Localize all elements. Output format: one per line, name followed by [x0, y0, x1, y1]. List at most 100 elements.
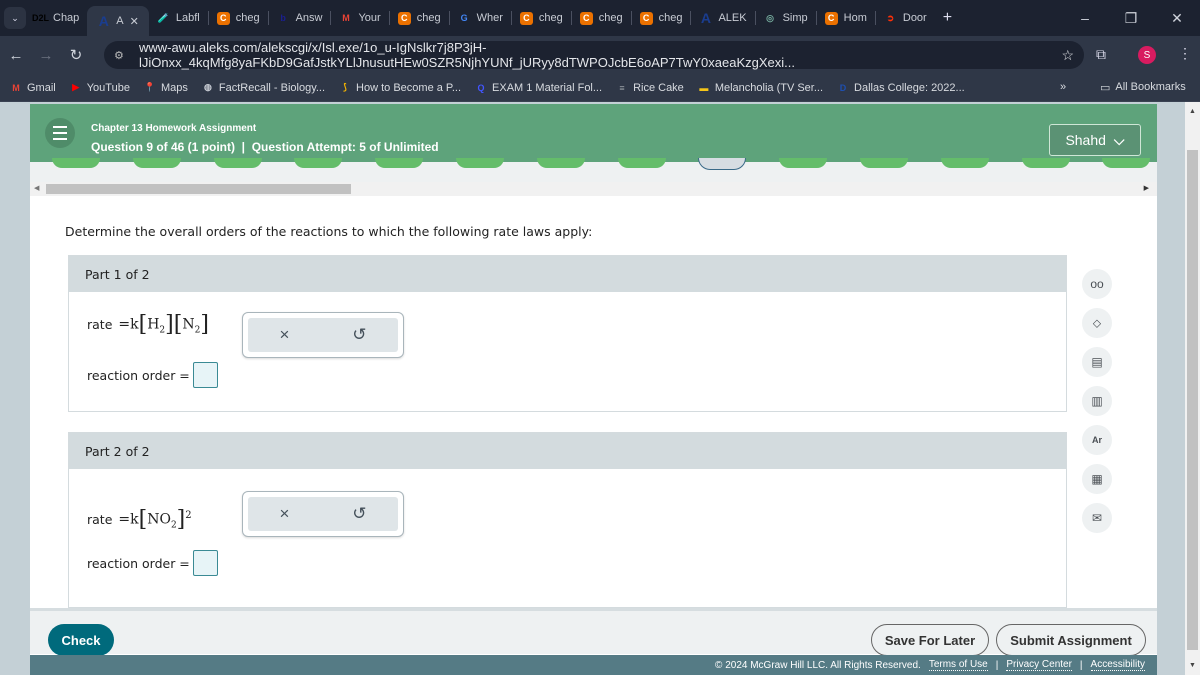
- data-chart-icon[interactable]: ▥: [1082, 386, 1112, 416]
- reaction-order-input[interactable]: [192, 362, 218, 388]
- page-viewport: Chapter 13 Homework Assignment Question …: [0, 102, 1200, 675]
- question-nav-item[interactable]: [1102, 158, 1151, 168]
- vertical-scrollbar[interactable]: ▲ ▼: [1185, 102, 1200, 675]
- notes-icon[interactable]: ▤: [1082, 347, 1112, 377]
- browser-tab[interactable]: C Hom: [817, 4, 875, 32]
- question-nav-item[interactable]: [1021, 158, 1070, 168]
- all-bookmarks-button[interactable]: ▭ All Bookmarks: [1100, 81, 1186, 94]
- chatgpt-icon: ◎: [766, 12, 774, 23]
- question-nav-item[interactable]: [698, 158, 747, 170]
- site-info-icon[interactable]: ⚙: [114, 49, 131, 62]
- tab-title: Wher: [476, 12, 503, 24]
- aleks-app: Chapter 13 Homework Assignment Question …: [30, 104, 1157, 675]
- browser-tab[interactable]: G Wher: [450, 4, 511, 32]
- browser-tab[interactable]: Ccheg: [390, 4, 449, 32]
- bookmark-star-icon[interactable]: ☆: [1061, 47, 1074, 64]
- bookmark-item[interactable]: Q EXAM 1 Material Fol...: [475, 82, 603, 94]
- copyright-footer: © 2024 McGraw Hill LLC. All Rights Reser…: [30, 655, 1157, 675]
- scroll-left-icon[interactable]: ◀: [34, 184, 39, 192]
- forward-button[interactable]: →: [32, 41, 60, 69]
- bookmark-item[interactable]: ⟆ How to Become a P...: [339, 82, 461, 94]
- browser-tab[interactable]: Ccheg: [512, 4, 571, 32]
- browser-tab[interactable]: Ccheg: [572, 4, 631, 32]
- question-nav-item[interactable]: [536, 158, 585, 168]
- more-bookmarks-button[interactable]: »: [1060, 81, 1066, 93]
- quizlet-icon: Q: [477, 82, 485, 93]
- tab-title: ALEK: [718, 12, 747, 24]
- part-2-panel: Part 2 of 2 rate =k[NO2]2 reaction order…: [68, 432, 1067, 608]
- url-bar[interactable]: ⚙ www-awu.aleks.com/alekscgi/x/Isl.exe/1…: [104, 40, 1084, 70]
- browser-tab[interactable]: A ALEK: [691, 4, 754, 32]
- periodic-table-icon[interactable]: Ar: [1082, 425, 1112, 455]
- question-nav-item[interactable]: [294, 158, 343, 168]
- browser-tab[interactable]: ◎ Simp: [756, 4, 816, 32]
- scroll-down-icon[interactable]: ▼: [1189, 662, 1196, 669]
- question-nav-item[interactable]: [779, 158, 828, 168]
- minimize-button[interactable]: –: [1062, 0, 1108, 36]
- browser-tab[interactable]: A A ✕: [87, 6, 149, 36]
- question-nav-item[interactable]: [617, 158, 666, 168]
- glasses-icon[interactable]: oo: [1082, 269, 1112, 299]
- bookmark-item[interactable]: ◍ FactRecall - Biology...: [202, 82, 325, 94]
- google-icon: G: [460, 13, 468, 23]
- close-tab-icon[interactable]: ✕: [130, 15, 139, 28]
- browser-tab[interactable]: Ccheg: [632, 4, 691, 32]
- browser-tab[interactable]: b Answ: [269, 4, 331, 32]
- bookmark-item[interactable]: ≡ Rice Cake: [616, 82, 683, 94]
- terms-link[interactable]: Terms of Use: [928, 659, 988, 671]
- bookmark-item[interactable]: D Dallas College: 2022...: [837, 82, 965, 94]
- undo-icon[interactable]: ↺: [352, 325, 366, 345]
- reaction-order-input[interactable]: [192, 550, 218, 576]
- privacy-link[interactable]: Privacy Center: [1006, 659, 1072, 671]
- directions-icon[interactable]: ⬦: [1082, 308, 1112, 338]
- bookmark-item[interactable]: M Gmail: [10, 82, 55, 94]
- scroll-up-icon[interactable]: ▲: [1189, 108, 1196, 115]
- question-nav-item[interactable]: [860, 158, 908, 168]
- scrollbar-thumb[interactable]: [46, 184, 351, 194]
- question-nav-item[interactable]: [52, 158, 100, 168]
- close-window-button[interactable]: ✕: [1154, 0, 1200, 36]
- profile-avatar[interactable]: S: [1138, 46, 1156, 64]
- clear-icon[interactable]: ×: [279, 504, 289, 524]
- browser-tab[interactable]: ➲ Door: [876, 4, 935, 32]
- calculator-icon[interactable]: ▦: [1082, 464, 1112, 494]
- bookmark-item[interactable]: ▬ Melancholia (TV Ser...: [698, 82, 823, 94]
- bookmark-item[interactable]: ▶ YouTube: [70, 82, 130, 94]
- undo-icon[interactable]: ↺: [352, 504, 366, 524]
- back-button[interactable]: ←: [2, 41, 30, 69]
- accessibility-link[interactable]: Accessibility: [1090, 659, 1145, 671]
- clear-icon[interactable]: ×: [279, 325, 289, 345]
- bookmark-item[interactable]: 📍 Maps: [144, 82, 188, 94]
- chegg-icon: C: [519, 11, 533, 25]
- doordash-icon: ➲: [886, 12, 895, 23]
- question-nav-item[interactable]: [213, 158, 262, 168]
- browser-menu-icon[interactable]: ⋮: [1178, 45, 1192, 62]
- flag-icon: ⟆: [343, 82, 347, 92]
- browser-tab[interactable]: M Your: [331, 4, 388, 32]
- imdb-icon: ▬: [699, 82, 709, 93]
- mail-icon[interactable]: ✉: [1082, 503, 1112, 533]
- browser-tab[interactable]: Ccheg: [209, 4, 268, 32]
- menu-icon[interactable]: [45, 118, 75, 148]
- new-tab-button[interactable]: +: [935, 4, 960, 32]
- submit-assignment-button[interactable]: Submit Assignment: [996, 624, 1146, 656]
- question-nav-item[interactable]: [375, 158, 424, 168]
- browser-tab[interactable]: 🧪 Labfl: [149, 4, 208, 32]
- save-for-later-button[interactable]: Save For Later: [871, 624, 989, 656]
- browser-tab[interactable]: D2L Chap: [26, 4, 87, 32]
- question-prompt: Determine the overall orders of the reac…: [65, 224, 593, 239]
- question-nav-item[interactable]: [132, 158, 181, 168]
- tab-title: Your: [358, 12, 381, 24]
- restore-button[interactable]: ❐: [1108, 0, 1154, 36]
- extensions-icon[interactable]: ⧉: [1096, 46, 1106, 63]
- horizontal-scrollbar[interactable]: ◀ ▶: [30, 182, 1157, 196]
- scroll-right-icon[interactable]: ▶: [1144, 184, 1149, 192]
- check-button[interactable]: Check: [48, 624, 114, 656]
- scrollbar-thumb[interactable]: [1187, 150, 1198, 650]
- rate-law: rate =k[NO2]2: [87, 507, 192, 532]
- tab-search-button[interactable]: ⌄: [4, 7, 26, 29]
- question-nav-item[interactable]: [456, 158, 504, 168]
- reload-button[interactable]: ↻: [62, 41, 90, 69]
- user-menu-button[interactable]: Shahd ⌵: [1049, 124, 1141, 156]
- question-nav-item[interactable]: [940, 158, 989, 168]
